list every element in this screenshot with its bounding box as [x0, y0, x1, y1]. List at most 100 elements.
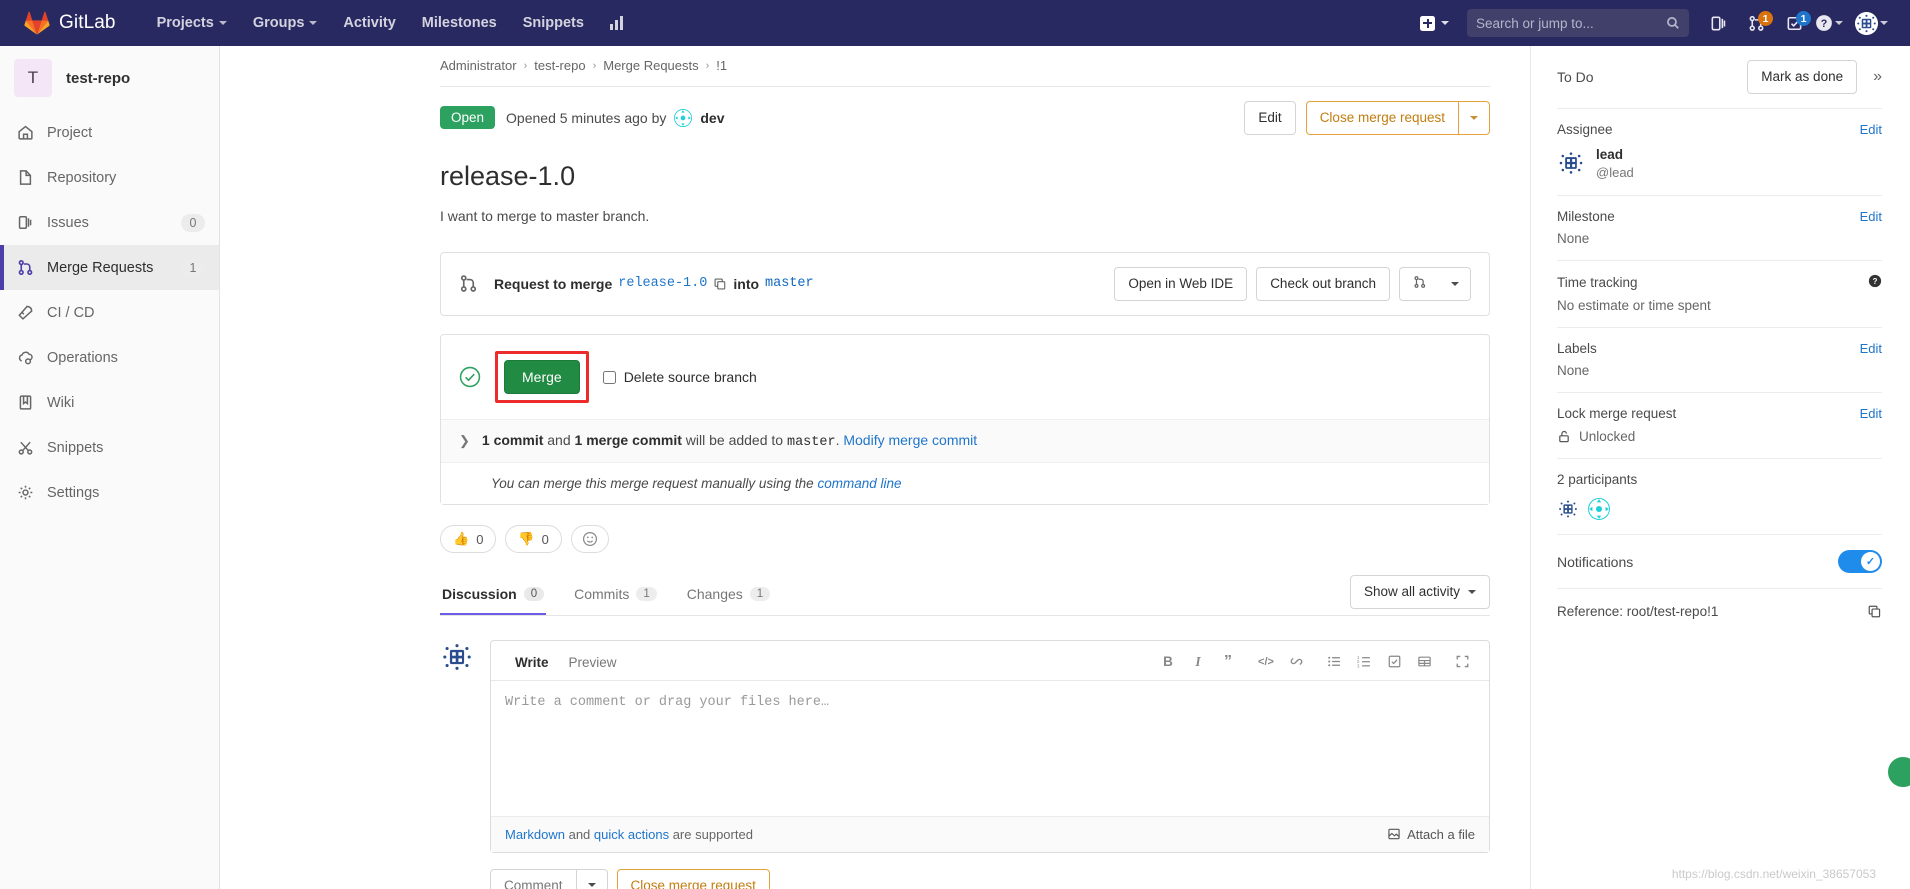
manual-merge-row: You can merge this merge request manuall… [441, 462, 1489, 505]
attach-file-button[interactable]: Attach a file [1387, 827, 1475, 842]
target-branch-mono: master [786, 435, 836, 451]
fullscreen-icon[interactable] [1449, 650, 1475, 674]
sidebar-item-operations[interactable]: Operations [0, 335, 219, 380]
participant-avatar-dev[interactable] [1588, 498, 1610, 521]
close-merge-request-bottom-button[interactable]: Close merge request [616, 868, 770, 889]
thumbs-down-reaction[interactable]: 👎 0 [505, 525, 562, 554]
close-merge-request-button[interactable]: Close merge request [1305, 101, 1459, 135]
copy-icon[interactable] [713, 277, 727, 291]
home-icon [16, 124, 34, 142]
new-item-button[interactable] [1414, 12, 1455, 35]
collapse-right-icon[interactable]: » [1873, 68, 1882, 86]
help-icon[interactable]: ? [1868, 274, 1882, 291]
branch-more-dropdown-toggle[interactable] [1440, 266, 1471, 302]
tab-changes[interactable]: Changes 1 [685, 576, 772, 615]
participant-avatar-lead[interactable] [1557, 498, 1579, 521]
mr-actions: Edit Close merge request [1244, 101, 1490, 135]
delete-source-branch-checkbox[interactable] [602, 370, 616, 384]
comment-split-button: Comment [490, 868, 608, 889]
edit-button[interactable]: Edit [1244, 101, 1296, 135]
show-activity-button[interactable]: Show all activity [1349, 575, 1490, 609]
labels-edit-link[interactable]: Edit [1860, 341, 1882, 356]
sidebar-item-settings[interactable]: Settings [0, 470, 219, 515]
comment-box-header: Write Preview B I ” </> 1 2 3 [491, 641, 1489, 681]
download-patch-button[interactable] [1399, 266, 1440, 302]
chevron-right-icon[interactable]: ❯ [459, 433, 470, 449]
nav-link-label: Projects [156, 15, 214, 31]
tab-discussion[interactable]: Discussion 0 [440, 576, 547, 615]
assignee-edit-link[interactable]: Edit [1860, 122, 1882, 137]
milestone-edit-link[interactable]: Edit [1860, 209, 1882, 224]
sidebar-item-repository[interactable]: Repository [0, 155, 219, 200]
thumbs-up-reaction[interactable]: 👍 0 [440, 525, 497, 554]
gitlab-fox-icon [24, 11, 50, 35]
comment-button[interactable]: Comment [490, 868, 577, 889]
comment-input[interactable] [491, 680, 1489, 811]
bullet-list-icon[interactable] [1321, 650, 1347, 674]
breadcrumb-project[interactable]: test-repo [534, 58, 585, 73]
merge-requests-icon[interactable]: 1 [1739, 6, 1773, 40]
issues-icon[interactable] [1701, 6, 1735, 40]
tab-commits[interactable]: Commits 1 [572, 576, 659, 615]
nav-link-projects[interactable]: Projects [144, 9, 240, 37]
open-in-web-ide-button[interactable]: Open in Web IDE [1114, 267, 1248, 301]
sidebar-item-label: Project [47, 124, 93, 141]
floating-action-button[interactable] [1886, 755, 1910, 789]
sidebar-item-merge-requests[interactable]: Merge Requests 1 [0, 245, 219, 290]
nav-link-groups[interactable]: Groups [240, 9, 331, 37]
show-activity-dropdown[interactable]: Show all activity [1349, 575, 1490, 615]
analytics-icon[interactable] [597, 9, 637, 37]
main-content: Administrator › test-repo › Merge Reques… [220, 46, 1530, 889]
copy-icon[interactable] [1867, 604, 1882, 619]
breadcrumb-mr-id[interactable]: !1 [716, 58, 727, 73]
comment-tab-preview[interactable]: Preview [559, 650, 627, 679]
table-icon[interactable] [1411, 650, 1437, 674]
quote-icon[interactable]: ” [1215, 650, 1241, 674]
search-box[interactable] [1467, 9, 1689, 37]
assignee-user[interactable]: lead @lead [1557, 146, 1882, 182]
chevron-down-icon [1441, 21, 1449, 25]
notifications-toggle[interactable]: ✓ [1838, 550, 1882, 574]
tab-label: Changes [686, 585, 743, 602]
sidebar-item-project[interactable]: Project [0, 110, 219, 155]
italic-icon[interactable]: I [1185, 650, 1211, 674]
markdown-link[interactable]: Markdown [505, 827, 565, 842]
sidebar-item-issues[interactable]: Issues 0 [0, 200, 219, 245]
nav-link-snippets[interactable]: Snippets [510, 9, 597, 37]
sidebar-item-label: Merge Requests [47, 259, 154, 276]
todos-icon[interactable]: 1 [1777, 6, 1811, 40]
sidebar-item-label: Settings [47, 484, 100, 501]
help-menu[interactable]: ? [1815, 14, 1847, 32]
comment-tab-write[interactable]: Write [505, 650, 559, 679]
quick-actions-link[interactable]: quick actions [594, 827, 669, 842]
project-header[interactable]: T test-repo [0, 46, 219, 110]
close-mr-dropdown-toggle[interactable] [1459, 101, 1490, 135]
comment-dropdown-toggle[interactable] [576, 868, 608, 889]
link-icon[interactable] [1283, 650, 1309, 674]
mark-as-done-button[interactable]: Mark as done [1747, 60, 1858, 94]
numbered-list-icon[interactable]: 1 2 3 [1351, 650, 1377, 674]
sidebar-item-snippets[interactable]: Snippets [0, 425, 219, 470]
user-menu[interactable] [1851, 11, 1892, 35]
nav-link-activity[interactable]: Activity [330, 9, 408, 37]
check-out-branch-button[interactable]: Check out branch [1256, 267, 1390, 301]
bold-icon[interactable]: B [1155, 650, 1181, 674]
command-line-link[interactable]: command line [817, 476, 901, 491]
gitlab-logo[interactable]: GitLab [14, 11, 116, 35]
sidebar-item-wiki[interactable]: Wiki [0, 380, 219, 425]
breadcrumb-merge-requests[interactable]: Merge Requests [603, 58, 698, 73]
modify-merge-commit-link[interactable]: Modify merge commit [843, 432, 977, 448]
sidebar-item-cicd[interactable]: CI / CD [0, 290, 219, 335]
chevron-down-icon [1470, 115, 1478, 120]
assignee-title: Assignee [1557, 121, 1613, 137]
task-list-icon[interactable] [1381, 650, 1407, 674]
project-avatar: T [14, 59, 52, 97]
merge-button[interactable]: Merge [504, 360, 580, 395]
lock-edit-link[interactable]: Edit [1860, 406, 1882, 421]
add-reaction-button[interactable] [570, 525, 609, 554]
nav-link-milestones[interactable]: Milestones [409, 9, 510, 37]
search-input[interactable] [1476, 15, 1666, 31]
breadcrumb-administrator[interactable]: Administrator [440, 58, 517, 73]
code-icon[interactable]: </> [1253, 650, 1279, 674]
delete-source-branch-checkbox-row[interactable]: Delete source branch [602, 369, 757, 385]
